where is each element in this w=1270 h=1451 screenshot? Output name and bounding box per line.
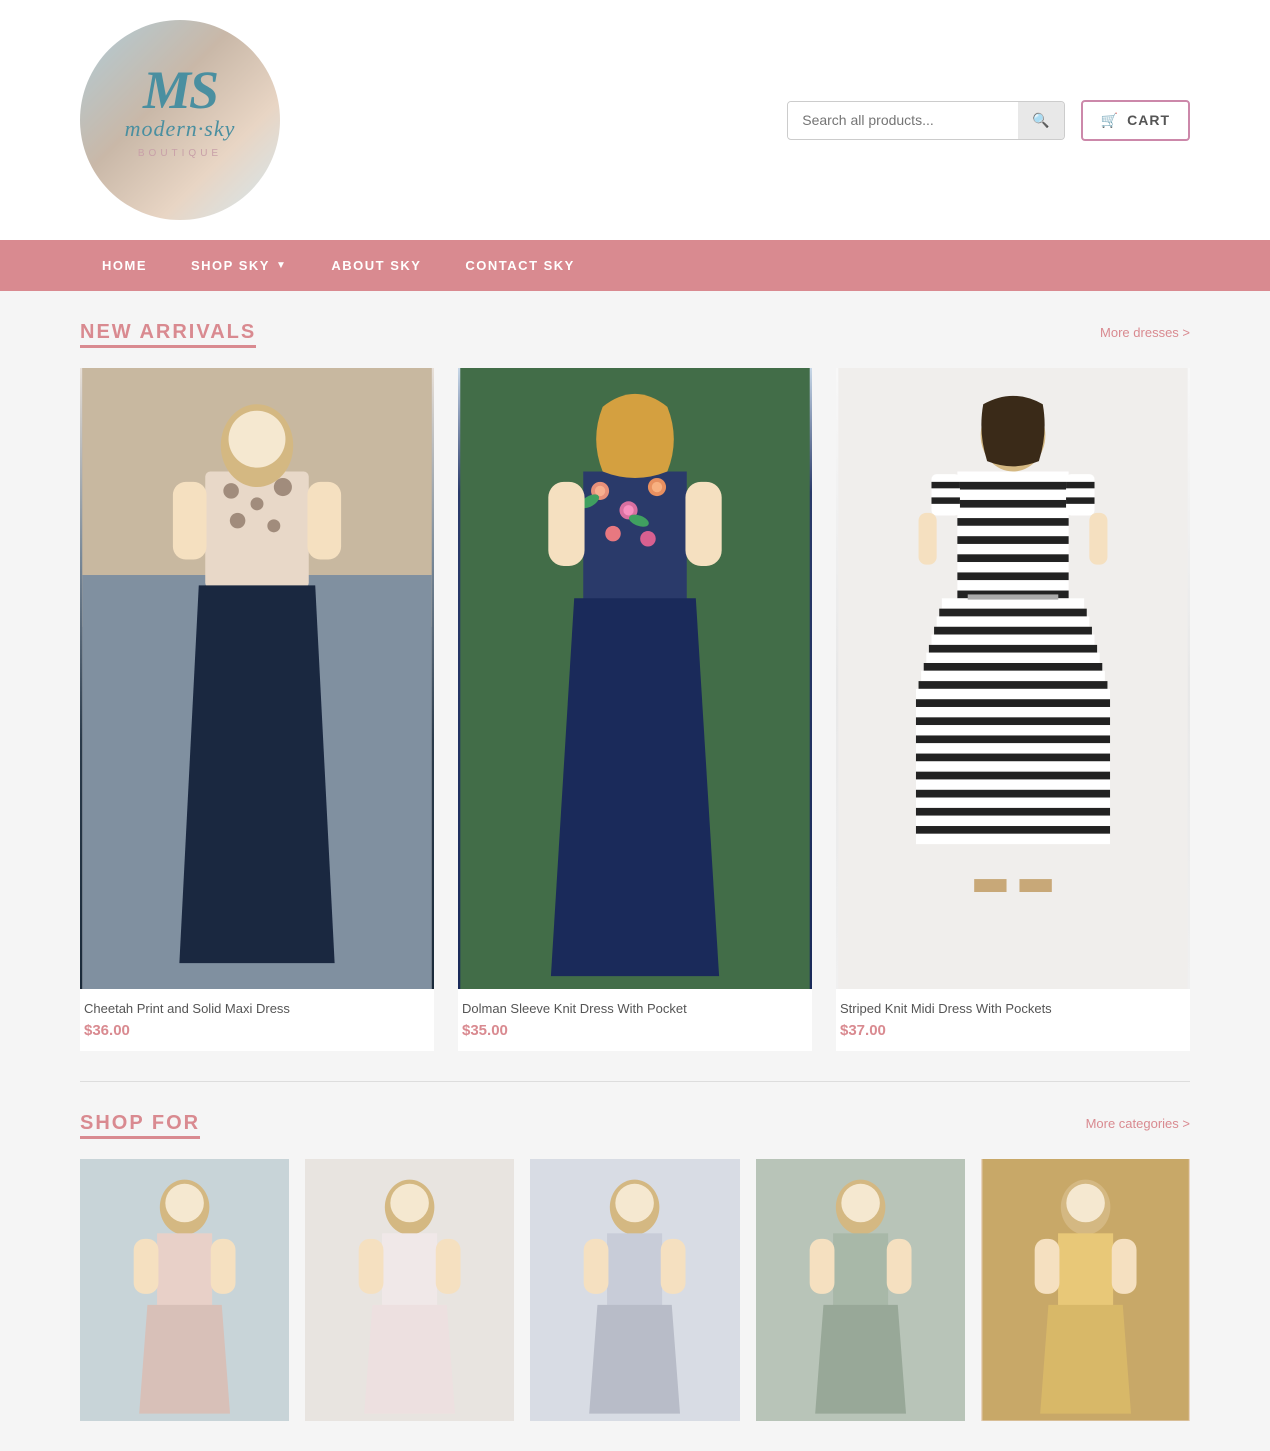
product-card-1[interactable]: Cheetah Print and Solid Maxi Dress $36.0… (80, 368, 434, 1051)
shop-category-3[interactable] (530, 1159, 739, 1421)
shop-category-2[interactable] (305, 1159, 514, 1421)
nav-bar: HOME SHOP SKY ▼ ABOUT SKY CONTACT SKY (0, 240, 1270, 291)
svg-text:BOUTIQUE: BOUTIQUE (138, 148, 222, 159)
new-arrivals-header: NEW ARRIVALS More dresses > (80, 321, 1190, 344)
shop-category-4[interactable] (756, 1159, 965, 1421)
search-icon: 🔍 (1032, 112, 1049, 128)
cart-button[interactable]: 🛒 CART (1081, 100, 1190, 141)
shop-category-1[interactable] (80, 1159, 289, 1420)
more-dresses-link[interactable]: More dresses > (1100, 325, 1190, 340)
product-card-2[interactable]: Dolman Sleeve Knit Dress With Pocket $35… (458, 368, 812, 1051)
nav-shop-sky-label: SHOP SKY (191, 258, 270, 273)
product-name-2: Dolman Sleeve Knit Dress With Pocket (462, 1001, 808, 1016)
svg-text:modern·sky: modern·sky (125, 116, 236, 141)
shop-for-header: SHOP FOR More categories > (80, 1112, 1190, 1135)
new-arrivals-title-text: NEW ARRIVALS (80, 321, 256, 348)
search-button[interactable]: 🔍 (1018, 102, 1063, 139)
nav-about-sky-label: ABOUT SKY (331, 258, 421, 273)
search-form: 🔍 (787, 101, 1064, 140)
svg-text:MS: MS (142, 60, 217, 120)
logo-area[interactable]: MS modern·sky BOUTIQUE (80, 20, 280, 220)
product-info-2: Dolman Sleeve Knit Dress With Pocket $35… (458, 989, 812, 1051)
header-right: 🔍 🛒 CART (787, 100, 1190, 141)
nav-contact-sky-label: CONTACT SKY (465, 258, 574, 273)
nav-item-about-sky[interactable]: ABOUT SKY (309, 240, 443, 291)
logo-circle: MS modern·sky BOUTIQUE (80, 20, 280, 220)
section-divider (80, 1081, 1190, 1082)
product-price-1: $36.00 (84, 1022, 430, 1039)
search-input[interactable] (788, 102, 1018, 138)
shop-for-section: SHOP FOR More categories > (80, 1112, 1190, 1421)
product-image-1 (80, 368, 434, 989)
product-info-3: Striped Knit Midi Dress With Pockets $37… (836, 989, 1190, 1051)
main-content: NEW ARRIVALS More dresses > (0, 291, 1270, 1451)
shop-category-5[interactable] (981, 1159, 1190, 1420)
product-price-3: $37.00 (840, 1022, 1186, 1039)
cart-icon: 🛒 (1101, 112, 1119, 129)
product-name-1: Cheetah Print and Solid Maxi Dress (84, 1001, 430, 1016)
product-card-3[interactable]: Striped Knit Midi Dress With Pockets $37… (836, 368, 1190, 1051)
product-price-2: $35.00 (462, 1022, 808, 1039)
cart-label: CART (1127, 112, 1170, 128)
chevron-down-icon: ▼ (276, 260, 287, 271)
product-name-3: Striped Knit Midi Dress With Pockets (840, 1001, 1186, 1016)
nav-item-shop-sky[interactable]: SHOP SKY ▼ (169, 240, 309, 291)
product-info-1: Cheetah Print and Solid Maxi Dress $36.0… (80, 989, 434, 1051)
product-image-2 (458, 368, 812, 989)
new-arrivals-section: NEW ARRIVALS More dresses > (80, 321, 1190, 1051)
site-header: MS modern·sky BOUTIQUE 🔍 🛒 CART (0, 0, 1270, 240)
nav-item-home[interactable]: HOME (80, 240, 169, 291)
nav-item-contact-sky[interactable]: CONTACT SKY (443, 240, 596, 291)
product-image-3 (836, 368, 1190, 989)
shop-for-grid (80, 1159, 1190, 1421)
products-grid: Cheetah Print and Solid Maxi Dress $36.0… (80, 368, 1190, 1051)
more-categories-link[interactable]: More categories > (1086, 1116, 1190, 1131)
nav-home-label: HOME (102, 258, 147, 273)
shop-for-title: SHOP FOR (80, 1112, 200, 1135)
new-arrivals-title: NEW ARRIVALS (80, 321, 256, 344)
shop-for-title-text: SHOP FOR (80, 1112, 200, 1139)
